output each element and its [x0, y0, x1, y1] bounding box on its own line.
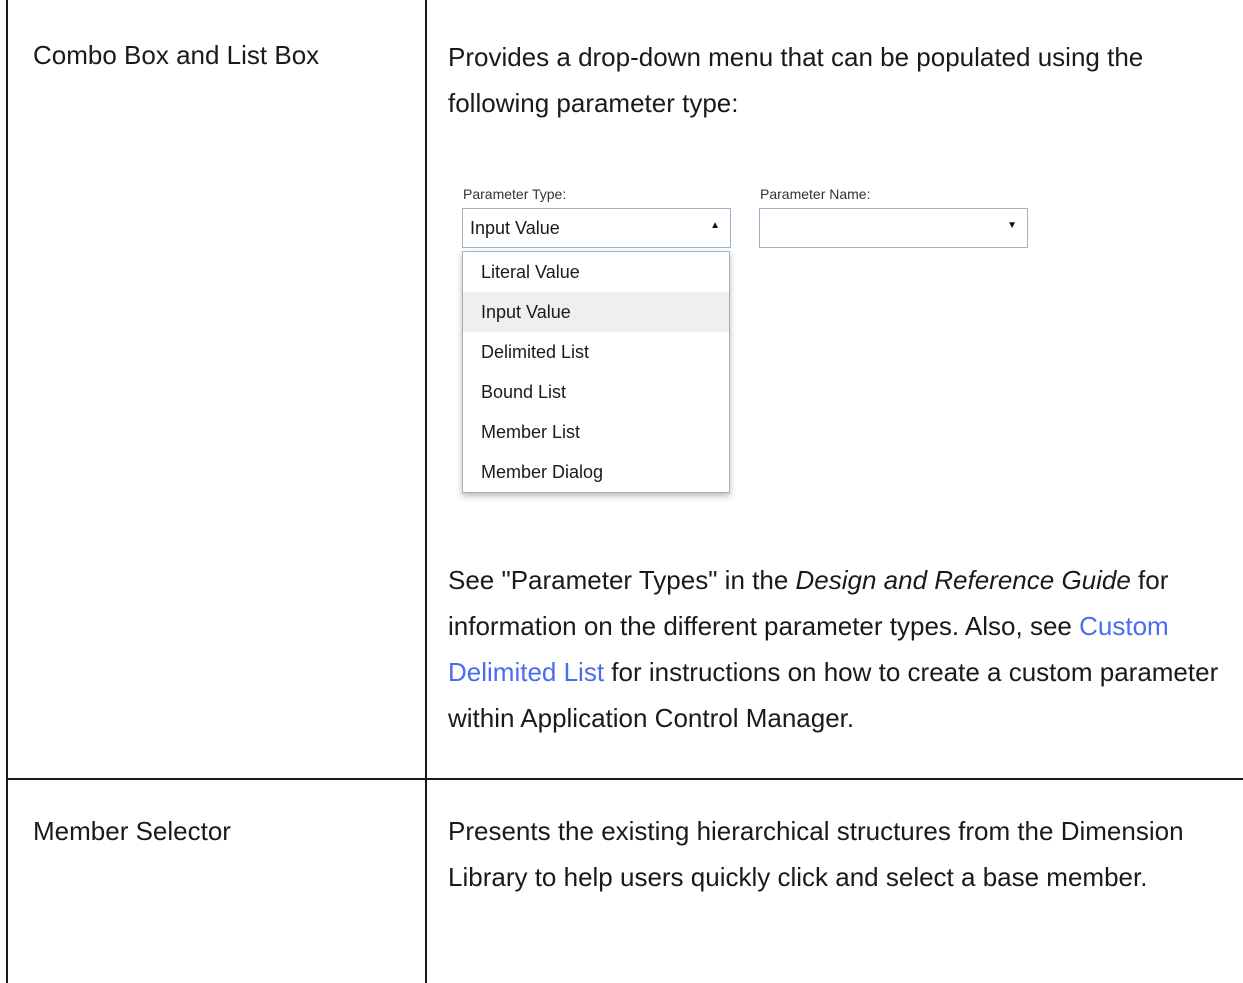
- parameter-type-dropdown: Literal Value Input Value Delimited List…: [462, 251, 730, 493]
- member-selector-description: Presents the existing hierarchical struc…: [448, 808, 1208, 900]
- option-delimited-list[interactable]: Delimited List: [463, 332, 729, 372]
- member-selector-text: Presents the existing hierarchical struc…: [448, 816, 1184, 892]
- see-also-paragraph: See "Parameter Types" in the Design and …: [448, 557, 1228, 741]
- parameter-type-value: Input Value: [470, 218, 560, 238]
- table-left-border: [6, 0, 8, 983]
- option-member-list[interactable]: Member List: [463, 412, 729, 452]
- combo-box-see-also: See "Parameter Types" in the Design and …: [448, 557, 1228, 741]
- caret-up-icon: ▲: [710, 220, 720, 231]
- parameter-type-select[interactable]: Input Value ▲: [462, 208, 731, 248]
- option-member-dialog[interactable]: Member Dialog: [463, 452, 729, 492]
- see-prefix: See "Parameter Types" in the: [448, 565, 796, 595]
- option-literal-value[interactable]: Literal Value: [463, 252, 729, 292]
- parameter-type-label: Parameter Type:: [463, 186, 567, 202]
- row-divider: [6, 778, 1243, 780]
- parameter-name-label: Parameter Name:: [760, 186, 871, 202]
- parameter-name-select[interactable]: ▼: [759, 208, 1028, 248]
- row-name-combo-box: Combo Box and List Box: [33, 40, 320, 70]
- guide-title: Design and Reference Guide: [795, 565, 1131, 595]
- row-name-member-selector: Member Selector: [33, 816, 231, 846]
- option-input-value[interactable]: Input Value: [463, 292, 729, 332]
- caret-down-icon: ▼: [1007, 220, 1017, 231]
- intro-text: Provides a drop-down menu that can be po…: [448, 42, 1144, 118]
- combo-box-intro: Provides a drop-down menu that can be po…: [448, 34, 1228, 126]
- option-bound-list[interactable]: Bound List: [463, 372, 729, 412]
- column-divider: [425, 0, 427, 983]
